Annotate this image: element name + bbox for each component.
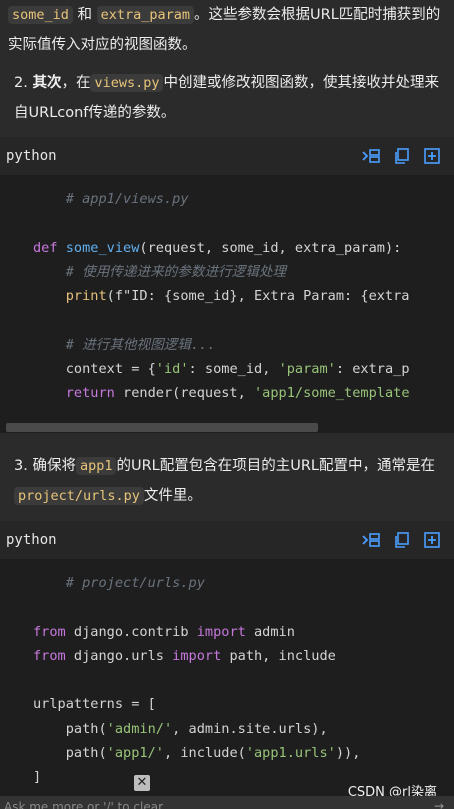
step-3-number: 3. [14,458,28,474]
code-token: , admin.site.urls), [172,720,328,737]
new-file-icon[interactable] [424,532,440,548]
copy-icon[interactable] [394,148,410,164]
step-2: 2. 其次，在 views.py 中创建或修改视图函数，使其接收并处理来自URLco… [0,68,454,128]
code-token: import [172,647,222,664]
code-token: def [33,239,58,256]
step-2-text1: ，在 [61,75,91,91]
code-token: )), [335,745,361,762]
code-line: urlpatterns = [ [33,696,156,713]
code-token: (request, some_id, extra_param): [139,239,402,256]
code-token: from [33,647,66,664]
code-token: , include( [163,745,246,762]
close-icon[interactable]: ✕ [134,775,150,791]
inline-code-views-py: views.py [90,74,164,92]
code-token: print [65,288,107,305]
code-actions [362,532,440,548]
code-content-views: # app1/views.py def some_view(request, s… [0,175,454,406]
code-token: django.contrib [65,623,197,640]
code-token: path( [65,745,107,762]
step-3-text3: 文件里。 [143,488,202,504]
code-token: : extra_p [335,361,410,378]
code-line: # 使用传递进来的参数进行逻辑处理 [65,263,287,280]
step-3-text1: 确保将 [32,458,76,474]
code-line: # 进行其他视图逻辑... [65,336,216,353]
code-line: # app1/views.py [65,191,189,207]
code-token: context = { [65,361,156,378]
code-block-header: python [0,521,454,559]
code-token: path( [65,720,107,737]
code-block-urls: python # project/urls.py from django.con… [0,521,454,809]
code-token: 'param' [278,361,336,378]
code-line: ] [33,769,42,786]
code-token: : some_id, [188,361,279,378]
code-token: (f"ID: {some_id}, Extra Param: {extra [106,288,410,305]
code-token: return [65,385,115,402]
paragraph-intro: some_id 和 extra_param 。这些参数会根据URL匹配时捕获到的实… [0,0,454,60]
code-token: 'app1/some_template [254,385,410,402]
send-arrow-icon[interactable]: → [434,799,444,809]
new-file-icon[interactable] [424,148,440,164]
inline-code-some-id: some_id [8,6,73,24]
insert-icon[interactable] [362,148,380,164]
horizontal-scrollbar[interactable] [6,423,318,432]
paragraph-intro-text: 。这些参数会根据URL匹配时捕获到的实际值传入对应的视图函数。 [8,7,441,53]
code-token: 'id' [155,361,189,378]
code-token: 'admin/' [106,720,173,737]
code-token: 'app1.urls' [245,745,336,762]
insert-icon[interactable] [362,532,380,548]
code-token: 'app1/' [106,745,164,762]
code-block-views: python # app1/views.py def some_view(req… [0,137,454,433]
text-and: 和 [77,7,93,23]
code-token: import [196,623,246,640]
ask-input[interactable]: Ask me more or '/' to clear [0,796,454,809]
code-token: render(request, [114,385,254,402]
code-content-urls: # project/urls.py from django.contrib im… [0,559,454,790]
code-actions [362,148,440,164]
code-token: path, include [221,647,336,664]
inline-code-extra-param: extra_param [96,6,195,24]
code-language-label: python [6,148,57,164]
step-2-number: 2. [14,75,28,91]
code-line: # project/urls.py [65,575,205,591]
step-2-bold: 其次 [32,75,62,91]
code-token: admin [245,623,295,640]
inline-code-app1: app1 [75,457,117,475]
code-token: some_view [65,239,140,256]
copy-icon[interactable] [394,532,410,548]
step-3-text2: 的URL配置包含在项目的主URL配置中，通常是在 [116,458,435,474]
step-3: 3. 确保将 app1 的URL配置包含在项目的主URL配置中，通常是在 projec… [0,451,454,511]
code-token: django.urls [65,647,173,664]
code-token: from [33,623,66,640]
code-language-label: python [6,532,57,548]
inline-code-project-urls: project/urls.py [14,487,144,505]
code-block-header: python [0,137,454,175]
